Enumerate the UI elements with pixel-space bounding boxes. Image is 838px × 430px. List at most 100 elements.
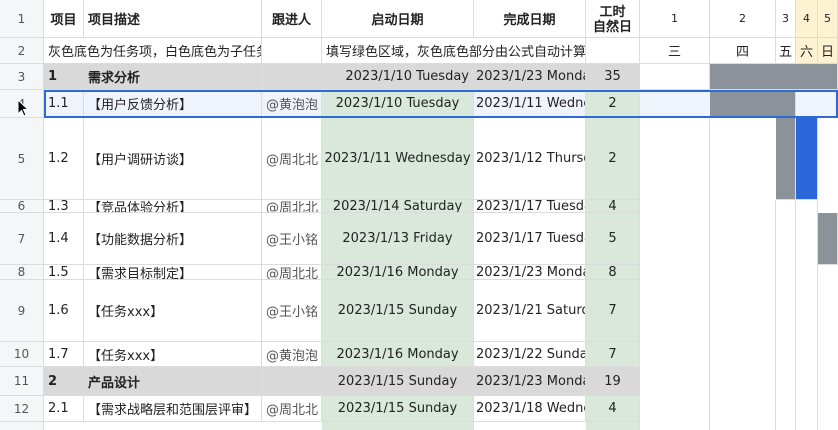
subtask-days[interactable]: 5 — [586, 213, 640, 265]
weekday-3: 五 — [776, 38, 796, 64]
subtask-end[interactable]: 2023/1/17 Tuesday — [474, 213, 586, 265]
subtask-desc[interactable]: 【需求目标制定】 — [84, 265, 262, 280]
gantt-bar — [776, 118, 796, 200]
task-end-2[interactable]: 2023/1/23 Monday — [474, 367, 586, 396]
row-header-8[interactable]: 8 — [0, 265, 44, 280]
mouse-cursor-icon — [17, 99, 29, 117]
task-start-1[interactable]: 2023/1/10 Tuesday — [322, 64, 474, 90]
col-header-days-line1: 工时 — [599, 4, 626, 20]
subtask-owner[interactable]: @黄泡泡 — [262, 90, 322, 118]
col-header-start: 启动日期 — [322, 0, 474, 38]
subtask-owner[interactable]: @王小铭 — [262, 213, 322, 265]
subtask-start[interactable]: 2023/1/16 Monday — [322, 342, 474, 367]
subtask-days[interactable]: 7 — [586, 280, 640, 342]
subtask-item[interactable]: 1.2 — [44, 118, 84, 200]
subtask-owner[interactable]: @王小铭 — [262, 280, 322, 342]
subtask-start[interactable]: 2023/1/14 Saturday — [322, 200, 474, 213]
subtask-days[interactable] — [586, 422, 640, 430]
subtask-end[interactable]: 2023/1/18 Wednesday — [474, 396, 586, 422]
row-header-11[interactable]: 11 — [0, 367, 44, 396]
task-owner-2[interactable] — [262, 367, 322, 396]
gantt-bar-highlight — [796, 118, 818, 200]
row-header-1[interactable]: 1 — [0, 0, 44, 38]
subtask-item[interactable]: 1.3 — [44, 200, 84, 213]
subtask-owner[interactable]: @周北北 — [262, 118, 322, 200]
subtask-start[interactable]: 2023/1/13 Friday — [322, 213, 474, 265]
note-green-area[interactable]: 填写绿色区域，灰色底色部分由公式自动计算 — [322, 38, 586, 64]
row-header-3[interactable]: 3 — [0, 64, 44, 90]
col-header-item: 项目 — [44, 0, 84, 38]
row-header-5[interactable]: 5 — [0, 118, 44, 200]
row2-owner-cell[interactable] — [262, 38, 322, 64]
subtask-end[interactable]: 2023/1/17 Tuesday — [474, 200, 586, 213]
subtask-owner[interactable]: @周北北 — [262, 200, 322, 213]
subtask-start[interactable]: 2023/1/11 Wednesday — [322, 118, 474, 200]
day-header-3: 3 — [776, 0, 796, 38]
subtask-end[interactable]: 2023/1/21 Saturday — [474, 280, 586, 342]
task-item-1[interactable]: 1 — [44, 64, 84, 90]
subtask-days[interactable]: 4 — [586, 396, 640, 422]
weekday-4: 六 — [796, 38, 818, 64]
col-header-days: 工时 自然日 — [586, 0, 640, 38]
subtask-days[interactable]: 7 — [586, 342, 640, 367]
subtask-desc[interactable]: 【用户反馈分析】 — [84, 90, 262, 118]
subtask-start[interactable]: 2023/1/16 Monday — [322, 265, 474, 280]
row-header-10[interactable]: 10 — [0, 342, 44, 367]
weekday-5: 日 — [818, 38, 838, 64]
task-owner-1[interactable] — [262, 64, 322, 90]
task-desc-1[interactable]: 需求分析 — [84, 64, 262, 90]
row-header-9[interactable]: 9 — [0, 280, 44, 342]
subtask-desc[interactable]: 【用户调研访谈】 — [84, 118, 262, 200]
subtask-desc[interactable]: 【任务xxx】 — [84, 342, 262, 367]
subtask-days[interactable]: 4 — [586, 200, 640, 213]
row-header-7[interactable]: 7 — [0, 213, 44, 265]
row-header-13[interactable] — [0, 422, 44, 430]
subtask-end[interactable]: 2023/1/12 Thursday — [474, 118, 586, 200]
subtask-desc[interactable]: 【功能数据分析】 — [84, 213, 262, 265]
subtask-days[interactable]: 8 — [586, 265, 640, 280]
spreadsheet[interactable]: 1 项目 项目描述 跟进人 启动日期 完成日期 工时 自然日 1 2 3 4 5… — [0, 0, 838, 430]
row2-days-cell[interactable] — [586, 38, 640, 64]
task-item-2[interactable]: 2 — [44, 367, 84, 396]
subtask-item[interactable]: 1.7 — [44, 342, 84, 367]
gantt-gridline — [709, 118, 710, 430]
subtask-item[interactable]: 1.4 — [44, 213, 84, 265]
subtask-owner[interactable]: @黄泡泡 — [262, 342, 322, 367]
weekday-1: 三 — [640, 38, 710, 64]
day-header-1: 1 — [640, 0, 710, 38]
task-desc-2[interactable]: 产品设计 — [84, 367, 262, 396]
subtask-start[interactable]: 2023/1/15 Sunday — [322, 280, 474, 342]
subtask-owner[interactable]: @周北北 — [262, 396, 322, 422]
subtask-end[interactable]: 2023/1/23 Monday — [474, 265, 586, 280]
subtask-days[interactable]: 2 — [586, 118, 640, 200]
gantt-cell[interactable] — [640, 64, 710, 90]
subtask-item[interactable]: 1.5 — [44, 265, 84, 280]
note-task-colors[interactable]: 灰色底色为任务项，白色底色为子任务 — [44, 38, 262, 64]
subtask-item[interactable]: 2.1 — [44, 396, 84, 422]
subtask-start[interactable]: 2023/1/10 Tuesday — [322, 90, 474, 118]
subtask-desc[interactable]: 【竞品体验分析】 — [84, 200, 262, 213]
gantt-gridline — [775, 200, 776, 430]
row-header-2[interactable]: 2 — [0, 38, 44, 64]
gantt-bar — [818, 213, 838, 265]
subtask-days[interactable]: 2 — [586, 90, 640, 118]
subtask-start[interactable]: 2023/1/15 Sunday — [322, 396, 474, 422]
col-header-owner: 跟进人 — [262, 0, 322, 38]
row-header-12[interactable]: 12 — [0, 396, 44, 422]
subtask-end[interactable]: 2023/1/22 Sunday — [474, 342, 586, 367]
day-header-2: 2 — [710, 0, 776, 38]
subtask-owner[interactable]: @周北北 — [262, 265, 322, 280]
col-header-end: 完成日期 — [474, 0, 586, 38]
task-end-1[interactable]: 2023/1/23 Monday — [474, 64, 586, 90]
subtask-desc[interactable]: 【需求战略层和范围层评审】 — [84, 396, 262, 422]
task-start-2[interactable]: 2023/1/15 Sunday — [322, 367, 474, 396]
subtask-item[interactable]: 1.6 — [44, 280, 84, 342]
task-days-2[interactable]: 19 — [586, 367, 640, 396]
subtask-start[interactable] — [322, 422, 474, 430]
subtask-end[interactable]: 2023/1/11 Wednesday — [474, 90, 586, 118]
subtask-item[interactable]: 1.1 — [44, 90, 84, 118]
row-header-6[interactable]: 6 — [0, 200, 44, 213]
subtask-desc[interactable]: 【任务xxx】 — [84, 280, 262, 342]
task-days-1[interactable]: 35 — [586, 64, 640, 90]
gantt-bar — [710, 64, 838, 90]
